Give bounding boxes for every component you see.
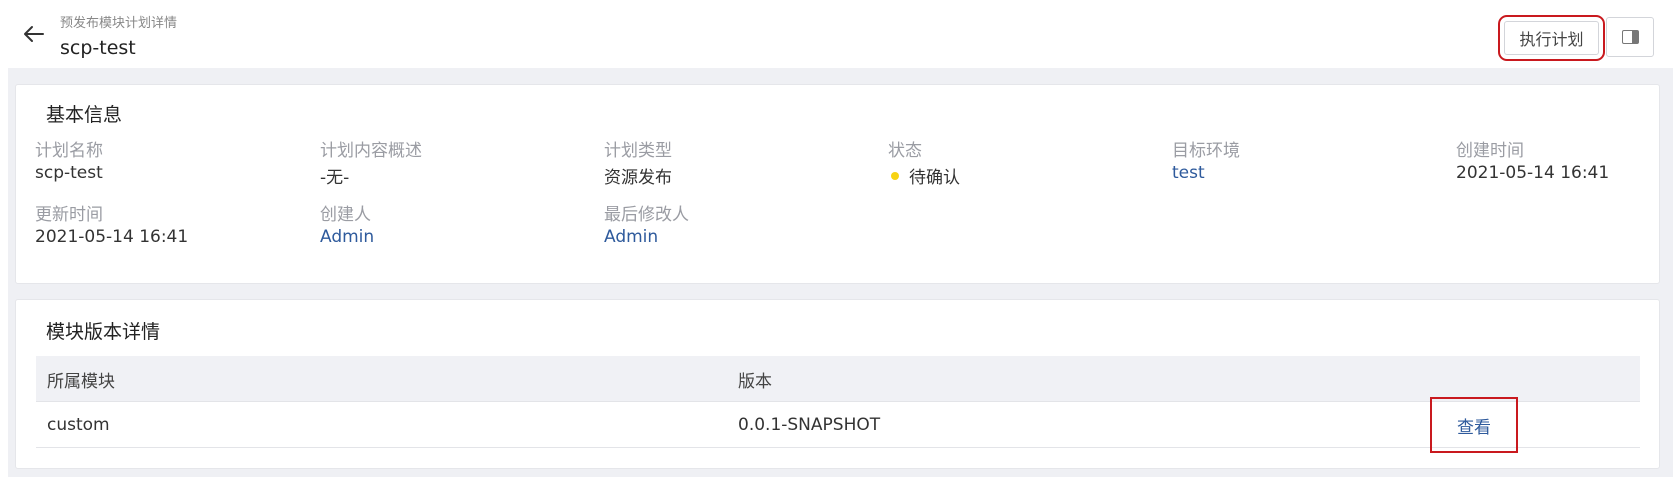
field-label-target-env: 目标环境: [1172, 141, 1240, 161]
field-label-created-time: 创建时间: [1456, 141, 1524, 161]
toggle-panel-button[interactable]: [1606, 17, 1654, 57]
field-value-updated-time: 2021-05-14 16:41: [35, 227, 189, 247]
field-value-plan-type: 资源发布: [604, 168, 672, 188]
field-label-plan-description: 计划内容概述: [320, 141, 422, 161]
target-env-link[interactable]: test: [1172, 163, 1205, 183]
table-header: 所属模块 版本: [36, 356, 1640, 402]
field-value-created-time: 2021-05-14 16:41: [1456, 163, 1610, 183]
side-panel-icon: [1621, 30, 1639, 44]
page-title: scp-test: [60, 37, 136, 59]
column-header-module: 所属模块: [47, 371, 115, 392]
table-row: custom 0.0.1-SNAPSHOT: [36, 402, 1640, 448]
module-name-link[interactable]: custom: [47, 402, 110, 448]
field-value-plan-description: -无-: [320, 168, 350, 188]
field-label-plan-type: 计划类型: [604, 141, 672, 161]
field-label-creator: 创建人: [320, 205, 371, 225]
module-versions-title: 模块版本详情: [46, 321, 161, 343]
breadcrumb[interactable]: 预发布模块计划详情: [60, 12, 177, 31]
module-versions-card: 模块版本详情 所属模块 版本 custom 0.0.1-SNAPSHOT: [15, 299, 1660, 469]
execute-plan-button[interactable]: 执行计划: [1498, 15, 1605, 61]
field-label-updated-time: 更新时间: [35, 205, 103, 225]
status-text: 待确认: [909, 168, 960, 188]
field-label-status: 状态: [888, 141, 922, 161]
last-modifier-link[interactable]: Admin: [604, 227, 658, 247]
column-header-version: 版本: [738, 371, 772, 392]
status-badge: 待确认: [891, 163, 960, 188]
basic-info-card: 基本信息 计划名称 scp-test 计划内容概述 -无- 计划类型 资源发布 …: [15, 84, 1660, 284]
creator-link[interactable]: Admin: [320, 227, 374, 247]
basic-info-title: 基本信息: [46, 104, 123, 126]
module-version: 0.0.1-SNAPSHOT: [738, 415, 881, 435]
field-value-plan-name: scp-test: [35, 163, 103, 183]
field-label-last-modifier: 最后修改人: [604, 205, 689, 225]
view-module-button[interactable]: 查看: [1430, 397, 1518, 453]
page-header: 预发布模块计划详情 scp-test 执行计划: [0, 0, 1673, 68]
back-arrow-icon[interactable]: [22, 22, 46, 46]
field-label-plan-name: 计划名称: [35, 141, 103, 161]
status-dot-icon: [891, 172, 899, 180]
